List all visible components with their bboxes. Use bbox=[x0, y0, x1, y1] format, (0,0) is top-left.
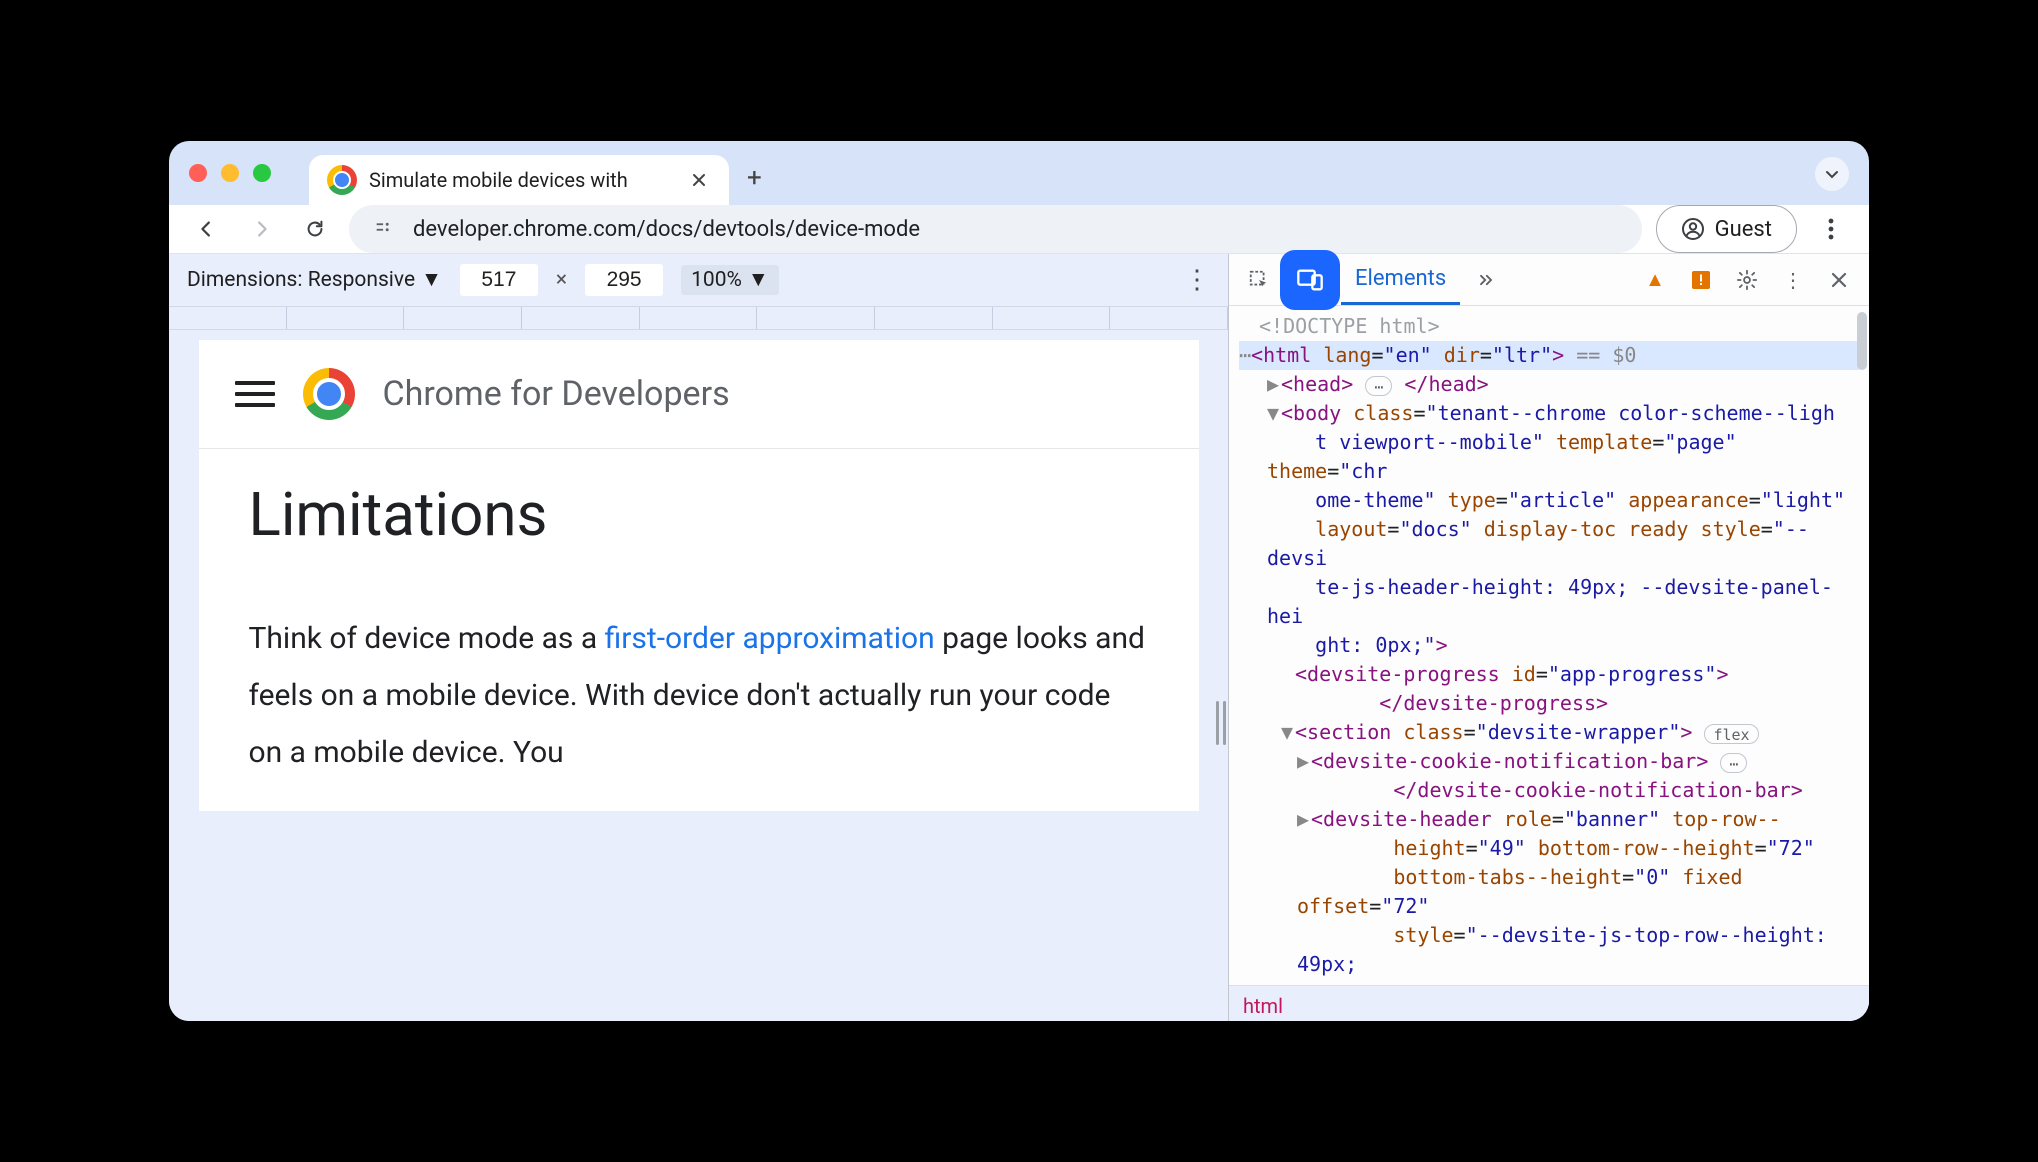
page-heading: Limitations bbox=[249, 479, 1149, 550]
approximation-link[interactable]: first-order approximation bbox=[605, 621, 935, 656]
chrome-menu-button[interactable] bbox=[1811, 209, 1851, 249]
window-controls bbox=[189, 164, 271, 182]
new-tab-button[interactable]: + bbox=[747, 163, 762, 193]
elements-tab[interactable]: Elements bbox=[1341, 254, 1460, 305]
hamburger-menu-icon[interactable] bbox=[235, 381, 275, 407]
site-title: Chrome for Developers bbox=[383, 374, 730, 414]
device-toolbar-menu[interactable]: ⋮ bbox=[1184, 265, 1210, 295]
close-tab-button[interactable] bbox=[683, 164, 715, 196]
device-toolbar: Dimensions: Responsive ▼ × 100% ▼ ⋮ bbox=[169, 254, 1228, 306]
devtools-toolbar: Elements ▲ ⋮ bbox=[1229, 254, 1869, 306]
scrollbar-thumb[interactable] bbox=[1857, 312, 1867, 370]
chrome-logo-icon bbox=[303, 368, 355, 420]
dom-tree[interactable]: <!DOCTYPE html> ⋯<html lang="en" dir="lt… bbox=[1229, 306, 1869, 985]
chrome-favicon-icon bbox=[327, 165, 357, 195]
reload-button[interactable] bbox=[295, 209, 335, 249]
browser-tab[interactable]: Simulate mobile devices with bbox=[309, 155, 729, 205]
dom-cookie-row[interactable]: ▶<devsite-cookie-notification-bar> ⋯ </d… bbox=[1239, 747, 1859, 805]
dimensions-dropdown[interactable]: Dimensions: Responsive ▼ bbox=[187, 268, 442, 292]
minimize-window-button[interactable] bbox=[221, 164, 239, 182]
devtools-panel: Elements ▲ ⋮ <!DOCTYPE html bbox=[1229, 254, 1869, 1021]
tab-search-button[interactable] bbox=[1815, 157, 1849, 191]
dom-header-row[interactable]: ▶<devsite-header role="banner" top-row--… bbox=[1239, 805, 1859, 979]
dom-section-row[interactable]: ▼<section class="devsite-wrapper"> flex bbox=[1239, 718, 1859, 747]
devtools-menu-icon[interactable]: ⋮ bbox=[1773, 260, 1813, 300]
warning-triangle-icon[interactable]: ▲ bbox=[1635, 260, 1675, 300]
site-info-icon[interactable] bbox=[373, 216, 395, 243]
maximize-window-button[interactable] bbox=[253, 164, 271, 182]
profile-button[interactable]: Guest bbox=[1656, 205, 1797, 253]
dom-progress-row[interactable]: <devsite-progress id="app-progress"> </d… bbox=[1239, 660, 1859, 718]
site-header: Chrome for Developers bbox=[199, 340, 1199, 449]
zoom-dropdown[interactable]: 100% ▼ bbox=[681, 265, 779, 295]
close-devtools-icon[interactable] bbox=[1819, 260, 1859, 300]
settings-gear-icon[interactable] bbox=[1727, 260, 1767, 300]
forward-button[interactable] bbox=[241, 209, 281, 249]
article-content: Limitations Think of device mode as a fi… bbox=[199, 449, 1199, 811]
tab-title: Simulate mobile devices with bbox=[369, 168, 671, 192]
profile-label: Guest bbox=[1715, 217, 1772, 242]
viewport-wrap: Chrome for Developers Limitations Think … bbox=[169, 330, 1228, 1021]
inspect-element-icon[interactable] bbox=[1239, 260, 1279, 300]
more-tabs-icon[interactable] bbox=[1466, 260, 1506, 300]
dom-body-row[interactable]: ▼<body class="tenant--chrome color-schem… bbox=[1239, 399, 1859, 660]
dimension-separator: × bbox=[556, 268, 567, 292]
dom-breadcrumb[interactable]: html bbox=[1229, 985, 1869, 1021]
browser-toolbar: developer.chrome.com/docs/devtools/devic… bbox=[169, 205, 1869, 254]
url-text: developer.chrome.com/docs/devtools/devic… bbox=[413, 217, 920, 242]
tab-strip: Simulate mobile devices with + bbox=[169, 141, 1869, 205]
page-paragraph: Think of device mode as a first-order ap… bbox=[249, 610, 1149, 781]
browser-window: Simulate mobile devices with + developer… bbox=[169, 141, 1869, 1021]
height-input[interactable] bbox=[585, 264, 663, 296]
dom-html-row[interactable]: ⋯<html lang="en" dir="ltr"> == $0 bbox=[1239, 341, 1859, 370]
dom-head-row[interactable]: ▶<head> ⋯ </head> bbox=[1239, 370, 1859, 399]
dom-doctype: <!DOCTYPE html> bbox=[1239, 312, 1859, 341]
content-area: Dimensions: Responsive ▼ × 100% ▼ ⋮ bbox=[169, 254, 1869, 1021]
ruler bbox=[169, 306, 1228, 330]
close-window-button[interactable] bbox=[189, 164, 207, 182]
back-button[interactable] bbox=[187, 209, 227, 249]
issues-icon[interactable] bbox=[1681, 260, 1721, 300]
resize-handle-right[interactable] bbox=[1214, 693, 1228, 753]
address-bar[interactable]: developer.chrome.com/docs/devtools/devic… bbox=[349, 205, 1642, 253]
toggle-device-toolbar-icon[interactable] bbox=[1285, 255, 1335, 305]
width-input[interactable] bbox=[460, 264, 538, 296]
chevron-down-icon: ▼ bbox=[421, 268, 442, 292]
chevron-down-icon: ▼ bbox=[748, 268, 769, 292]
simulated-viewport[interactable]: Chrome for Developers Limitations Think … bbox=[199, 340, 1199, 811]
device-mode-pane: Dimensions: Responsive ▼ × 100% ▼ ⋮ bbox=[169, 254, 1229, 1021]
